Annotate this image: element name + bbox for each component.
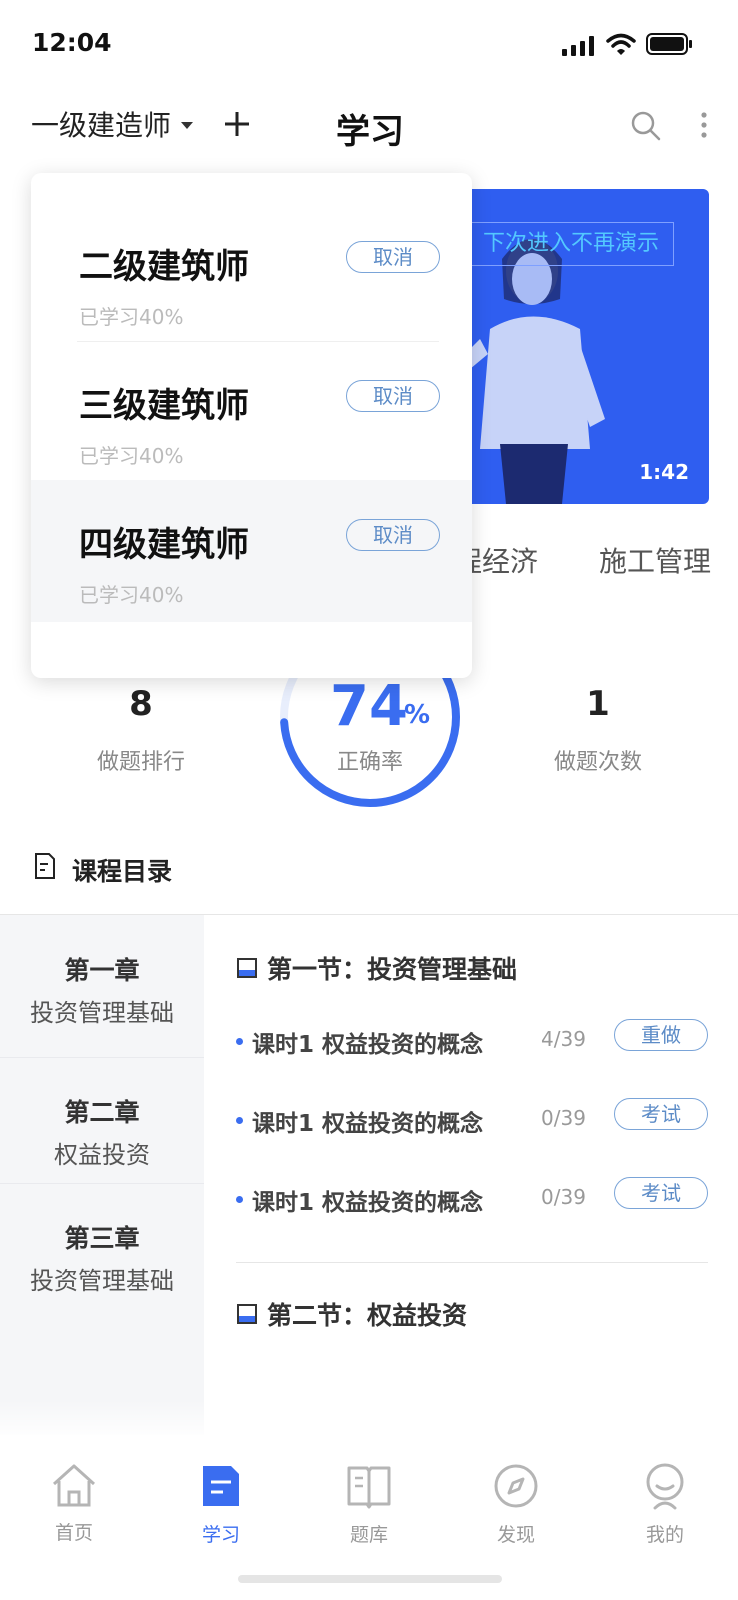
lesson-progress: 0/39 [541, 1106, 586, 1130]
bullet-dot [236, 1196, 243, 1203]
video-banner[interactable]: 下次进入不再演示 1:42 [440, 189, 709, 504]
study-icon [203, 1466, 239, 1506]
dropdown-item-level4[interactable]: 四级建筑师 已学习40% 取消 [31, 480, 472, 622]
caret-down-icon [181, 121, 194, 129]
add-button[interactable] [222, 104, 252, 140]
tab-construction-management[interactable]: 施工管理 [599, 540, 711, 580]
nav-question-bank[interactable]: 题库 [319, 1462, 419, 1547]
lesson-name: 课时1 权益投资的概念 [252, 1032, 484, 1058]
bullet-dot [236, 1117, 243, 1124]
section-divider [236, 1262, 708, 1263]
exam-button[interactable]: 考试 [614, 1177, 708, 1209]
exam-button[interactable]: 考试 [614, 1098, 708, 1130]
banner-hint[interactable]: 下次进入不再演示 [468, 222, 674, 266]
signal-icon [562, 34, 598, 56]
dropdown-item-title: 三级建筑师 [79, 386, 249, 426]
dropdown-item-title: 四级建筑师 [79, 525, 249, 565]
nav-study[interactable]: 学习 [171, 1462, 271, 1547]
section-title-1[interactable]: 第一节：投资管理基础 [237, 950, 517, 986]
chapter-item-3[interactable]: 第三章 投资管理基础 [0, 1183, 204, 1309]
home-icon [52, 1464, 96, 1507]
chapter-item-1[interactable]: 第一章 投资管理基础 [0, 915, 204, 1058]
exam-selector-label: 一级建造师 [31, 109, 172, 142]
page-title: 学习 [336, 112, 404, 152]
accuracy-unit: % [404, 700, 431, 730]
chapter-item-2[interactable]: 第二章 权益投资 [0, 1057, 204, 1184]
search-icon [631, 111, 661, 141]
nav-label: 我的 [645, 1524, 684, 1546]
more-vertical-icon [701, 112, 707, 138]
battery-icon [646, 32, 694, 56]
video-duration: 1:42 [639, 460, 689, 484]
status-time: 12:04 [32, 28, 112, 57]
nav-home[interactable]: 首页 [24, 1462, 124, 1545]
dropdown-item-progress: 已学习40% [79, 583, 184, 607]
bullet-dot [236, 1038, 243, 1045]
attempts-value: 1 [586, 684, 610, 724]
nav-label: 发现 [496, 1524, 535, 1546]
redo-button[interactable]: 重做 [614, 1019, 708, 1051]
cancel-button[interactable]: 取消 [346, 519, 440, 551]
section-icon [237, 1304, 257, 1324]
nav-profile[interactable]: 我的 [615, 1462, 715, 1547]
lesson-progress: 0/39 [541, 1185, 586, 1209]
chapter-sidebar: 第一章 投资管理基础 第二章 权益投资 第三章 投资管理基础 [0, 915, 204, 1435]
accuracy-value: 74 [330, 674, 408, 739]
section-title-text: 第一节：投资管理基础 [267, 955, 518, 984]
catalog-icon [34, 852, 56, 880]
dropdown-item-progress: 已学习40% [79, 305, 184, 329]
lesson-name: 课时1 权益投资的概念 [252, 1111, 484, 1137]
bottom-fade [0, 1400, 738, 1440]
nav-label: 学习 [201, 1524, 240, 1546]
lesson-row[interactable]: 课时1 权益投资的概念 4/39 重做 [236, 1019, 708, 1059]
more-button[interactable] [698, 110, 710, 142]
dropdown-item-title: 二级建筑师 [79, 247, 249, 287]
attempts-label: 做题次数 [553, 750, 642, 775]
book-icon [347, 1466, 391, 1509]
home-indicator[interactable] [238, 1575, 502, 1583]
chapter-subtitle: 权益投资 [54, 1141, 150, 1169]
chapter-title: 第二章 [64, 1098, 140, 1127]
chapter-title: 第三章 [64, 1224, 140, 1253]
lesson-row[interactable]: 课时1 权益投资的概念 0/39 考试 [236, 1177, 708, 1217]
rank-value: 8 [129, 684, 153, 724]
section-icon [237, 958, 257, 978]
nav-label: 题库 [349, 1524, 388, 1546]
nav-discover[interactable]: 发现 [466, 1462, 566, 1547]
chapter-subtitle: 投资管理基础 [30, 1267, 174, 1295]
compass-icon [494, 1464, 538, 1508]
chapter-subtitle: 投资管理基础 [30, 999, 174, 1027]
exam-dropdown-menu: 二级建筑师 已学习40% 取消 三级建筑师 已学习40% 取消 四级建筑师 已学… [31, 173, 472, 678]
dropdown-item-level3[interactable]: 三级建筑师 已学习40% 取消 [31, 342, 472, 484]
cancel-button[interactable]: 取消 [346, 241, 440, 273]
dropdown-item-progress: 已学习40% [79, 444, 184, 468]
nav-label: 首页 [54, 1522, 93, 1544]
rank-label: 做题排行 [96, 750, 185, 775]
dropdown-item-level2[interactable]: 二级建筑师 已学习40% 取消 [31, 201, 472, 343]
section-title-2[interactable]: 第二节：权益投资 [237, 1296, 467, 1332]
section-title-text: 第二节：权益投资 [267, 1301, 468, 1330]
search-button[interactable] [630, 110, 662, 142]
accuracy-label: 正确率 [336, 750, 403, 775]
profile-icon [646, 1463, 684, 1510]
plus-icon [225, 112, 249, 136]
lesson-row[interactable]: 课时1 权益投资的概念 0/39 考试 [236, 1098, 708, 1138]
cancel-button[interactable]: 取消 [346, 380, 440, 412]
exam-selector[interactable]: 一级建造师 [31, 104, 194, 144]
catalog-title: 课程目录 [72, 857, 173, 886]
chapter-title: 第一章 [64, 956, 140, 985]
lesson-name: 课时1 权益投资的概念 [252, 1190, 484, 1216]
wifi-icon [606, 32, 636, 56]
lesson-progress: 4/39 [541, 1027, 586, 1051]
